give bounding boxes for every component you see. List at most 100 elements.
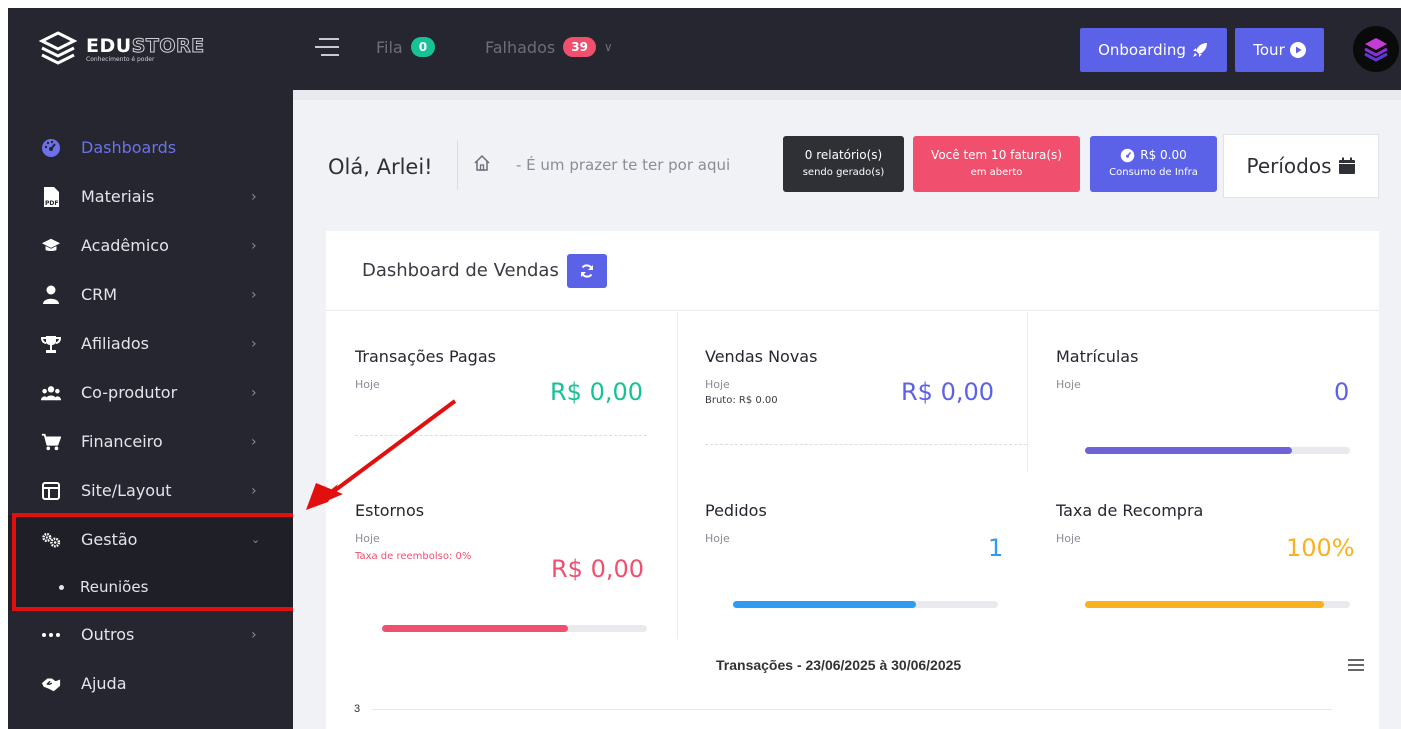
sidebar-item-label: Financeiro (81, 432, 163, 451)
sidebar-item-crm[interactable]: CRM › (8, 270, 293, 319)
sidebar-item-label: Acadêmico (81, 236, 169, 255)
stat-vendas-novas: Vendas Novas Hoje Bruto: R$ 0.00 (705, 347, 1055, 406)
stat-gross: Bruto: R$ 0.00 (705, 395, 778, 406)
chart-title: Transações - 23/06/2025 à 30/06/2025 (716, 657, 962, 673)
stat-value: R$ 0,00 (550, 378, 644, 406)
sidebar-item-materiais[interactable]: PDF Materiais › (8, 172, 293, 221)
sidebar-item-academico[interactable]: Acadêmico › (8, 221, 293, 270)
svg-text:PDF: PDF (45, 200, 58, 207)
card-title: Dashboard de Vendas (362, 260, 559, 281)
stat-value: 1 (988, 534, 1004, 562)
handshake-icon (41, 674, 61, 694)
rocket-icon (1192, 43, 1207, 57)
reports-line2: sendo gerado(s) (802, 167, 885, 178)
infra-value: R$ 0.00 (1140, 148, 1187, 162)
stat-title: Transações Pagas (355, 347, 496, 366)
header-divider (457, 140, 458, 190)
stat-period: Hoje (355, 378, 380, 391)
failed-count-badge: 39 (563, 37, 596, 57)
tour-button[interactable]: Tour (1235, 28, 1324, 72)
chart-y-tick: 3 (354, 703, 361, 715)
refresh-icon (580, 263, 593, 278)
reports-line1: 0 relatório(s) (804, 148, 883, 162)
sidebar-item-financeiro[interactable]: Financeiro › (8, 417, 293, 466)
failed-dropdown[interactable]: Falhados 39 ∨ (485, 37, 613, 57)
annotation-highlight-box (12, 513, 298, 611)
chevron-right-icon: › (251, 286, 257, 303)
layers-avatar-icon (1364, 38, 1388, 62)
stat-value: R$ 0,00 (551, 555, 645, 583)
sales-dashboard-card: Dashboard de Vendas Transações Pagas Hoj… (326, 231, 1379, 729)
sidebar-item-ajuda[interactable]: Ajuda (8, 659, 293, 708)
progress-fill (382, 625, 568, 632)
sidebar-item-label: Site/Layout (81, 481, 172, 500)
queue-count-badge: 0 (410, 37, 436, 57)
sidebar-item-outros[interactable]: Outros › (8, 610, 293, 659)
progress-bar (733, 601, 998, 608)
users-icon (41, 383, 61, 403)
stat-value: 0 (1334, 378, 1350, 406)
layout-icon (41, 481, 61, 501)
main-content: Olá, Arlei! - É um prazer te ter por aqu… (293, 90, 1401, 729)
tour-label: Tour (1253, 41, 1285, 59)
home-icon[interactable] (473, 154, 491, 172)
queue-label: Fila (376, 37, 403, 57)
brand-logo[interactable]: EDUSTORE Conhecimento é poder (8, 8, 293, 90)
pdf-icon: PDF (41, 186, 61, 207)
calendar-icon (1338, 157, 1355, 174)
card-header: Dashboard de Vendas (326, 231, 1379, 311)
dashboard-icon (41, 138, 61, 158)
chevron-right-icon: › (251, 626, 257, 643)
brand-name-store: STORE (131, 35, 205, 58)
stat-transacoes-pagas: Transações Pagas Hoje (355, 347, 705, 391)
chart-gridline (372, 709, 1332, 710)
stat-value: R$ 0,00 (901, 378, 995, 406)
sidebar-item-label: Dashboards (81, 138, 177, 157)
infra-label: Consumo de Infra (1109, 167, 1198, 178)
chart-menu-icon[interactable] (1348, 659, 1364, 674)
progress-fill (1085, 447, 1292, 454)
onboarding-button[interactable]: Onboarding (1080, 28, 1227, 72)
periods-button[interactable]: Períodos (1223, 134, 1379, 198)
layers-logo-icon (38, 31, 78, 65)
graduation-cap-icon (41, 236, 61, 256)
sidebar-item-coprodutor[interactable]: Co-produtor › (8, 368, 293, 417)
dashboard-icon (1120, 148, 1135, 163)
user-icon (41, 285, 61, 305)
stat-title: Matrículas (1056, 347, 1139, 366)
sidebar-item-label: CRM (81, 285, 118, 304)
brand-name-edu: EDU (86, 35, 132, 57)
sidebar-item-label: Ajuda (81, 674, 127, 693)
trophy-icon (41, 334, 61, 354)
invoices-alert[interactable]: Você tem 10 fatura(s) em aberto (913, 136, 1080, 192)
progress-fill (1085, 601, 1324, 608)
chevron-right-icon: › (251, 482, 257, 499)
sidebar: EDUSTORE Conhecimento é poder Dashboards… (8, 8, 298, 729)
progress-bar (382, 625, 647, 632)
chevron-right-icon: › (251, 384, 257, 401)
infra-usage[interactable]: R$ 0.00 Consumo de Infra (1090, 136, 1217, 192)
refresh-button[interactable] (566, 253, 607, 288)
queue-indicator[interactable]: Fila 0 (376, 37, 436, 57)
cart-icon (41, 432, 61, 452)
chevron-down-icon: ∨ (603, 40, 613, 54)
dots-icon (41, 625, 61, 645)
stat-title: Pedidos (705, 501, 767, 520)
sidebar-item-site-layout[interactable]: Site/Layout › (8, 466, 293, 515)
progress-bar (1085, 447, 1350, 454)
sidebar-item-label: Afiliados (81, 334, 149, 353)
periods-label: Períodos (1246, 154, 1332, 178)
sidebar-item-dashboards[interactable]: Dashboards (8, 123, 293, 172)
menu-toggle-icon[interactable] (315, 38, 339, 62)
sidebar-item-afiliados[interactable]: Afiliados › (8, 319, 293, 368)
topbar: Fila 0 Falhados 39 ∨ Onboarding Tour (293, 8, 1401, 90)
invoices-line2: em aberto (970, 167, 1023, 178)
avatar[interactable] (1353, 26, 1399, 72)
sidebar-item-label: Co-produtor (81, 383, 178, 402)
stat-separator (705, 444, 1027, 445)
reports-status[interactable]: 0 relatório(s) sendo gerado(s) (783, 136, 904, 192)
stat-separator (355, 435, 647, 436)
stat-title: Vendas Novas (705, 347, 818, 366)
refund-rate: Taxa de reembolso: 0% (355, 551, 472, 562)
play-circle-icon (1289, 42, 1306, 58)
